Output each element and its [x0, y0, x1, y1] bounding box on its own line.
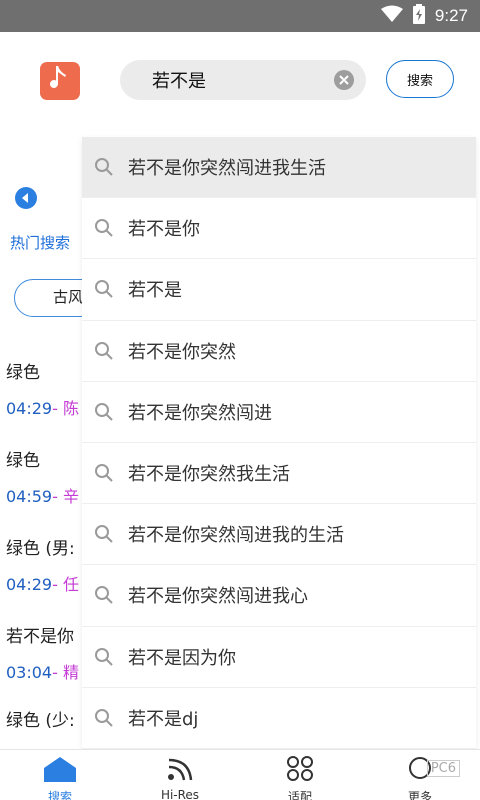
suggestion-text: 若不是你突然闯进我的生活	[128, 525, 344, 547]
suggestion-item[interactable]: 若不是你突然闯进我的生活	[82, 504, 476, 566]
back-arrow-icon[interactable]	[14, 186, 38, 214]
song-item[interactable]: 若不是你 03:04- 精	[6, 622, 79, 683]
suggestion-text: 若不是dj	[128, 708, 199, 730]
song-title: 绿色 (少:	[6, 711, 75, 731]
search-button[interactable]: 搜索	[386, 60, 454, 98]
search-input[interactable]: 若不是	[120, 60, 366, 100]
hot-search-label: 热门搜索	[10, 234, 71, 252]
song-title: 若不是你	[6, 627, 74, 647]
song-artist: - 精	[52, 663, 79, 682]
clear-icon[interactable]	[334, 70, 354, 90]
grid-circles-icon	[285, 756, 315, 786]
rss-icon	[165, 756, 195, 786]
wifi-icon	[380, 5, 403, 27]
nav-label: 适配	[287, 790, 312, 800]
suggestion-text: 若不是你突然我生活	[128, 464, 290, 486]
song-duration: 04:29	[6, 575, 53, 594]
bottom-nav: 搜索 Hi-Res 适配 更多	[0, 749, 480, 800]
background-content: 热门搜索 古风 绿色 04:29- 陈 绿色 04:59- 辛 绿色 (男: 0…	[0, 182, 82, 742]
search-icon	[94, 646, 116, 668]
song-duration: 03:04	[6, 663, 53, 682]
home-icon	[43, 756, 77, 786]
search-icon	[94, 401, 116, 423]
nav-search[interactable]: 搜索	[0, 750, 120, 800]
suggestion-item[interactable]: 若不是	[82, 259, 476, 321]
watermark: PC6	[426, 760, 460, 777]
nav-more[interactable]: 更多	[360, 750, 480, 800]
suggestion-item[interactable]: 若不是因为你	[82, 627, 476, 688]
suggestion-item[interactable]: 若不是你突然我生活	[82, 443, 476, 505]
search-icon	[94, 278, 116, 300]
search-icon	[94, 340, 116, 362]
suggestion-item[interactable]: 若不是dj	[82, 688, 476, 749]
suggestion-text: 若不是你突然闯进我心	[128, 586, 308, 608]
song-duration: 04:29	[6, 399, 53, 418]
suggestion-text: 若不是你突然闯进我生活	[128, 158, 326, 180]
status-bar: 9:27	[0, 0, 480, 32]
song-title: 绿色 (男:	[6, 539, 75, 559]
nav-label: Hi-Res	[160, 788, 200, 800]
nav-adapt[interactable]: 适配	[240, 750, 360, 800]
song-item[interactable]: 绿色 04:59- 辛	[6, 446, 79, 507]
song-title: 绿色	[6, 363, 40, 383]
suggestion-item[interactable]: 若不是你突然闯进我生活	[82, 137, 476, 199]
suggestion-text: 若不是你突然	[128, 341, 236, 363]
song-artist: - 陈	[52, 399, 79, 418]
song-title: 绿色	[6, 451, 40, 471]
song-item[interactable]: 绿色 (少:	[6, 706, 75, 731]
search-icon	[94, 156, 116, 178]
song-artist: - 任	[52, 575, 79, 594]
suggestion-text: 若不是你	[128, 219, 200, 241]
battery-icon	[412, 4, 425, 28]
search-icon	[94, 584, 116, 606]
search-icon	[94, 217, 116, 239]
search-icon	[94, 707, 116, 729]
search-icon	[94, 462, 116, 484]
suggestion-list: 若不是你突然闯进我生活 若不是你 若不是 若不是你突然 若不是你突然闯进 若不是…	[82, 137, 476, 749]
suggestion-item[interactable]: 若不是你突然闯进	[82, 382, 476, 443]
song-duration: 04:59	[6, 487, 53, 506]
song-item[interactable]: 绿色 04:29- 陈	[6, 358, 79, 419]
music-note-icon	[50, 66, 70, 96]
search-icon	[94, 523, 116, 545]
nav-hires[interactable]: Hi-Res	[120, 750, 240, 800]
suggestion-text: 若不是	[128, 280, 182, 302]
nav-label: 更多	[407, 790, 432, 800]
suggestion-item[interactable]: 若不是你突然	[82, 321, 476, 382]
clock: 9:27	[434, 6, 468, 25]
song-item[interactable]: 绿色 (男: 04:29- 任	[6, 534, 79, 595]
suggestion-item[interactable]: 若不是你	[82, 198, 476, 260]
tag-button[interactable]: 古风	[14, 279, 82, 317]
suggestion-text: 若不是你突然闯进	[128, 402, 272, 424]
nav-label: 搜索	[47, 790, 72, 800]
app-logo	[40, 62, 80, 100]
suggestion-item[interactable]: 若不是你突然闯进我心	[82, 565, 476, 627]
search-value: 若不是	[152, 71, 206, 92]
suggestion-text: 若不是因为你	[128, 647, 236, 669]
song-artist: - 辛	[52, 487, 79, 506]
